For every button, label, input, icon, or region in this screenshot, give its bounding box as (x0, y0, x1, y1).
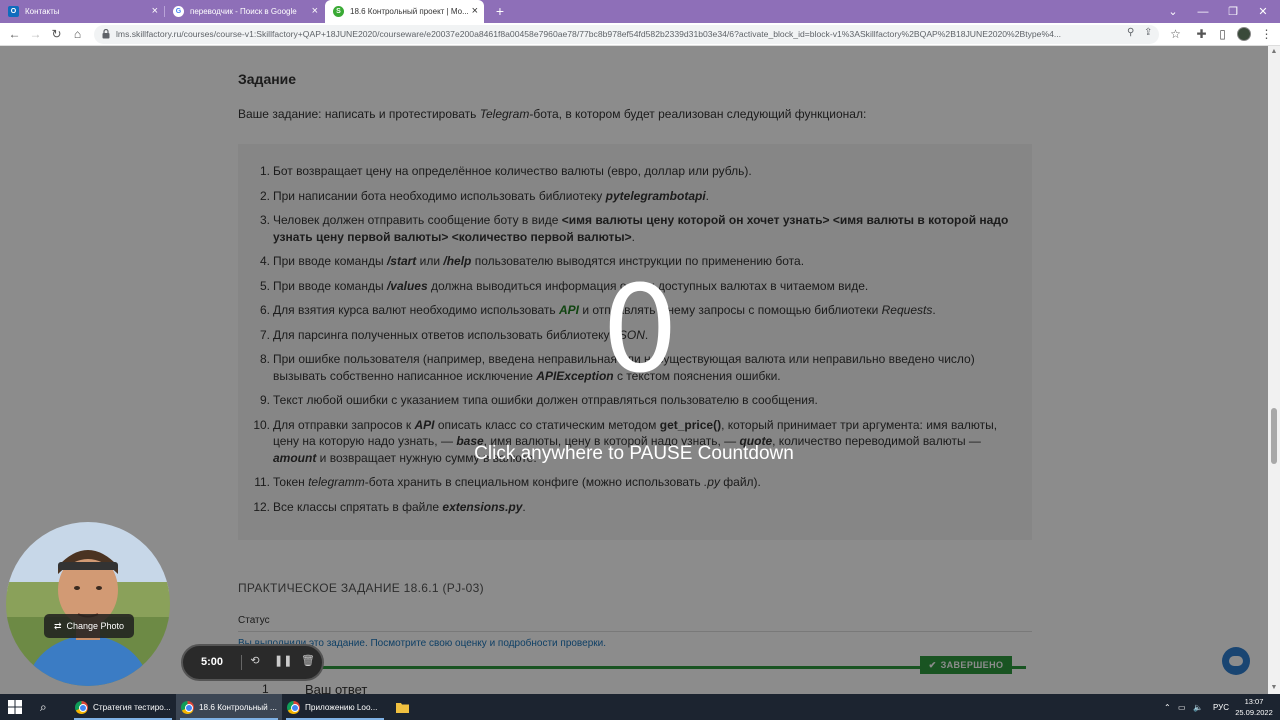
tab-label: Контакты (25, 7, 60, 16)
new-tab-button[interactable]: + (491, 2, 509, 20)
pause-icon[interactable]: ❚❚ (274, 654, 292, 671)
taskbar-app-label: Стратегия тестиро... (93, 702, 171, 712)
address-bar[interactable]: lms.skillfactory.ru/courses/course-v1:Sk… (94, 25, 1159, 44)
file-explorer-icon (396, 702, 409, 713)
trash-icon[interactable]: 🗑 (300, 654, 316, 671)
scrollbar-thumb[interactable] (1271, 408, 1277, 464)
volume-icon[interactable]: 🔈 (1193, 694, 1203, 720)
chrome-icon (287, 700, 300, 714)
undo-icon[interactable]: ⟲ (247, 654, 263, 671)
clock-date: 25.09.2022 (1235, 708, 1273, 717)
back-icon[interactable]: ← (6, 26, 23, 43)
screen: O Контакты × G переводчик - Поиск в Goog… (0, 0, 1280, 720)
tab-label: переводчик - Поиск в Google (190, 7, 297, 16)
bookmark-star-icon[interactable]: ☆ (1167, 26, 1184, 43)
recording-controls: 5:00 ⟲ ❚❚ 🗑 (181, 644, 324, 681)
tab-contacts[interactable]: O Контакты × (0, 0, 164, 23)
close-window-icon[interactable]: ✕ (1248, 0, 1278, 23)
skillfactory-icon: S (333, 6, 344, 17)
side-panel-icon[interactable]: ▯ (1214, 26, 1231, 43)
restore-icon[interactable]: ❐ (1218, 0, 1248, 23)
swap-icon: ⇄ (53, 620, 62, 631)
webcam-bubble[interactable] (6, 522, 170, 686)
profile-avatar[interactable] (1237, 27, 1251, 41)
tab-skillfactory[interactable]: S 18.6 Контрольный проект | Мо... × (325, 0, 484, 23)
taskbar-app-chrome-1[interactable]: Стратегия тестиро... (70, 694, 176, 720)
close-icon[interactable]: × (152, 5, 158, 17)
windows-logo-icon (8, 700, 22, 714)
share-icon[interactable]: ⇪ (1144, 27, 1152, 38)
divider (241, 655, 242, 670)
system-clock[interactable]: 13:07 25.09.2022 (1232, 696, 1276, 718)
forward-icon[interactable]: → (27, 26, 44, 43)
tab-strip: O Контакты × G переводчик - Поиск в Goog… (0, 0, 1280, 23)
os-taskbar: ⌕ Стратегия тестиро... 18.6 Контрольный … (0, 694, 1280, 720)
taskbar-app-label: 18.6 Контрольный ... (199, 702, 277, 712)
chrome-icon (181, 700, 194, 714)
recording-timer: 5:00 (201, 656, 224, 668)
browser-toolbar: ← → ↻ ⌂ lms.skillfactory.ru/courses/cour… (0, 23, 1280, 46)
change-photo-label: Change Photo (66, 621, 125, 631)
taskbar-app-chrome-3[interactable]: Приложению Loo... (282, 694, 388, 720)
scroll-up-icon[interactable]: ▲ (1270, 48, 1278, 55)
taskbar-app-label: Приложению Loo... (305, 702, 378, 712)
tab-google-search[interactable]: G переводчик - Поиск в Google × (165, 0, 324, 23)
webcam-photo (6, 522, 170, 686)
close-icon[interactable]: × (312, 5, 318, 17)
close-icon[interactable]: × (472, 5, 478, 17)
network-icon[interactable]: ▭ (1178, 694, 1186, 720)
outlook-icon: O (8, 6, 19, 17)
url-text: lms.skillfactory.ru/courses/course-v1:Sk… (116, 29, 1062, 39)
windows-start-icon[interactable] (8, 694, 26, 720)
input-language[interactable]: РУС (1213, 694, 1229, 720)
scroll-down-icon[interactable]: ▼ (1270, 684, 1278, 691)
countdown-hint: Click anywhere to PAUSE Countdown (474, 443, 794, 464)
lock-icon (102, 29, 110, 39)
tray-chevron-icon[interactable]: ⌃ (1164, 694, 1171, 720)
chrome-icon (75, 700, 88, 714)
home-icon[interactable]: ⌂ (69, 26, 86, 43)
change-photo-button[interactable]: ⇄ Change Photo (44, 614, 134, 638)
search-icon[interactable]: ⌕ (40, 694, 58, 720)
folder-icon[interactable] (396, 694, 410, 720)
tab-search-icon[interactable]: ⌄ (1158, 0, 1188, 23)
page-scrollbar[interactable]: ▲ ▼ (1268, 46, 1280, 694)
clock-time: 13:07 (1244, 697, 1264, 706)
minimize-icon[interactable]: — (1188, 0, 1218, 23)
extensions-icon[interactable]: ✚ (1193, 26, 1210, 43)
reload-icon[interactable]: ↻ (48, 26, 65, 43)
google-icon: G (173, 6, 184, 17)
menu-icon[interactable]: ⋮ (1258, 26, 1275, 43)
zoom-icon[interactable]: ⚲ (1127, 27, 1134, 38)
taskbar-app-chrome-2[interactable]: 18.6 Контрольный ... (176, 694, 282, 720)
countdown-number: 0 (601, 261, 679, 400)
tab-label: 18.6 Контрольный проект | Мо... (350, 7, 469, 16)
countdown-overlay[interactable]: 0 Click anywhere to PAUSE Countdown (0, 46, 1268, 694)
